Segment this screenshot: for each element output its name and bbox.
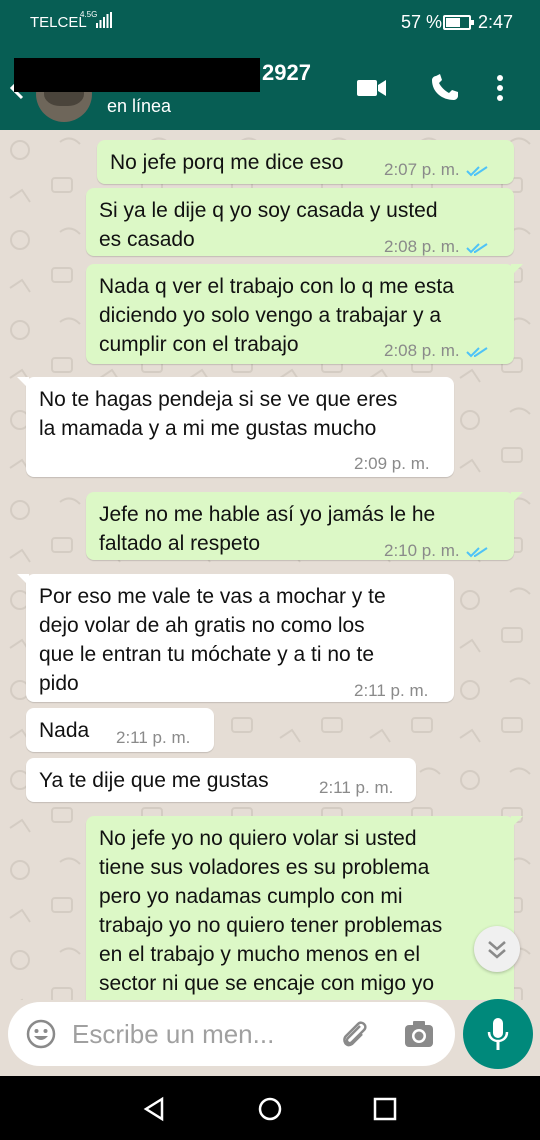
camera-icon[interactable] — [404, 1020, 434, 1048]
message-meta: 2:10 p. m. — [384, 536, 488, 565]
message-time: 2:11 p. m. — [116, 728, 191, 747]
nav-back-icon[interactable] — [142, 1096, 168, 1122]
double-chevron-down-icon — [488, 941, 506, 959]
clock: 2:47 — [478, 12, 514, 32]
message-input[interactable] — [72, 1014, 342, 1054]
message-bubble-incoming[interactable]: Nada 2:11 p. m. — [26, 708, 214, 752]
nav-recents-icon[interactable] — [372, 1096, 398, 1122]
read-receipt-icon — [465, 165, 488, 176]
emoji-icon[interactable] — [26, 1019, 56, 1049]
message-time: 2:09 p. m. — [354, 454, 430, 473]
contact-status: en línea — [107, 96, 172, 116]
more-options-icon[interactable] — [490, 72, 510, 104]
system-navigation-bar — [0, 1076, 540, 1140]
message-time: 2:08 p. m. — [384, 341, 460, 360]
message-bubble-outgoing[interactable]: No jefe porq me dice eso 2:07 p. m. — [97, 140, 514, 184]
message-bubble-incoming[interactable]: No te hagas pendeja si se ve que eres la… — [17, 377, 454, 477]
redacted-name-block — [14, 58, 260, 92]
message-composer — [8, 1002, 455, 1066]
carrier-label: TELCEL — [30, 14, 87, 31]
attach-icon[interactable] — [338, 1018, 372, 1052]
chat-area[interactable]: No jefe porq me dice eso 2:07 p. m. Si y… — [0, 130, 540, 1000]
message-time: 2:07 p. m. — [384, 160, 460, 179]
message-bubble-outgoing[interactable]: No jefe yo no quiero volar si usted tien… — [86, 816, 523, 1000]
message-time: 2:10 p. m. — [384, 541, 460, 560]
battery-percent: 57 % — [401, 12, 443, 32]
message-bubble-outgoing[interactable]: Si ya le dije q yo soy casada y usted es… — [86, 188, 514, 256]
message-text: Ya te dije que me gustas — [39, 769, 269, 792]
message-bubble-incoming[interactable]: Por eso me vale te vas a mochar y te dej… — [17, 574, 454, 702]
message-time: 2:11 p. m. — [319, 778, 394, 797]
read-receipt-icon — [465, 546, 488, 557]
message-time: 2:11 p. m. — [354, 681, 429, 700]
contact-name[interactable]: 2927 — [262, 60, 311, 86]
message-text: Por eso me vale te vas a mochar y te dej… — [39, 585, 386, 695]
message-bubble-incoming[interactable]: Ya te dije que me gustas 2:11 p. m. — [26, 758, 416, 802]
message-text: No te hagas pendeja si se ve que eres la… — [39, 388, 398, 440]
status-bar: TELCEL 4.5G 57 % 2:47 — [0, 0, 540, 46]
phone-icon[interactable] — [428, 72, 462, 104]
message-text: No jefe yo no quiero volar si usted tien… — [99, 827, 443, 995]
message-bubble-outgoing[interactable]: Nada q ver el trabajo con lo q me esta d… — [86, 264, 523, 365]
read-receipt-icon — [465, 242, 488, 253]
message-meta: 2:08 p. m. — [384, 232, 488, 261]
battery-icon — [443, 15, 474, 30]
voice-message-button[interactable] — [463, 999, 533, 1069]
message-meta: 2:08 p. m. — [384, 336, 488, 365]
video-call-icon[interactable] — [354, 72, 388, 104]
nav-home-icon[interactable] — [257, 1096, 283, 1122]
message-text: No jefe porq me dice eso — [110, 151, 344, 174]
microphone-icon — [487, 1018, 509, 1050]
network-type-label: 4.5G — [80, 10, 98, 19]
scroll-to-bottom-button[interactable] — [474, 926, 520, 972]
message-bubble-outgoing[interactable]: Jefe no me hable así yo jamás le he falt… — [86, 492, 523, 560]
message-text: Nada — [39, 719, 90, 742]
message-meta: 2:07 p. m. — [384, 155, 488, 184]
read-receipt-icon — [465, 346, 488, 357]
signal-icon — [96, 12, 112, 28]
message-time: 2:08 p. m. — [384, 237, 460, 256]
chat-header: 2927 en línea — [0, 46, 540, 130]
